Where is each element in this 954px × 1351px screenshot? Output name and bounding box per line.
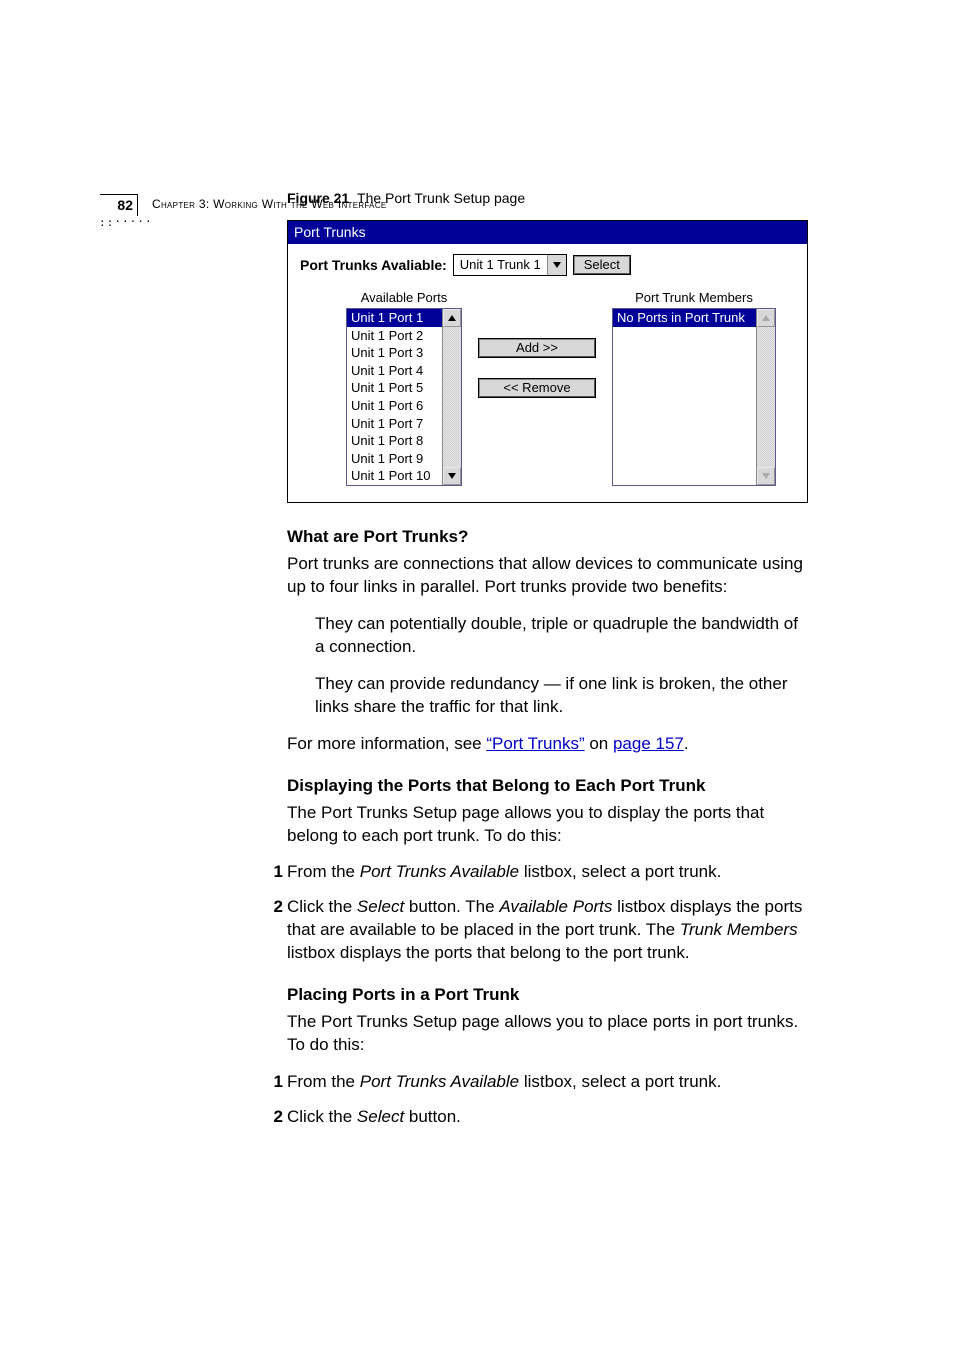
scrollbar[interactable] [442, 309, 461, 485]
chevron-down-icon[interactable] [547, 255, 566, 275]
paragraph: For more information, see “Port Trunks” … [287, 733, 807, 756]
paragraph: The Port Trunks Setup page allows you to… [287, 1011, 807, 1057]
list-item[interactable]: Unit 1 Port 8 [347, 432, 442, 450]
available-ports-label: Available Ports [346, 290, 462, 305]
list-item[interactable]: Unit 1 Port 4 [347, 362, 442, 380]
screenshot-port-trunk-setup: Port Trunks Port Trunks Avaliable: Unit … [287, 220, 808, 503]
list-item[interactable]: Unit 1 Port 3 [347, 344, 442, 362]
scrollbar[interactable] [756, 309, 775, 485]
link-port-trunks[interactable]: “Port Trunks” [486, 734, 584, 753]
members-listbox[interactable]: No Ports in Port Trunk [612, 308, 776, 486]
scroll-track[interactable] [757, 327, 775, 467]
list-item[interactable]: Unit 1 Port 9 [347, 450, 442, 468]
select-button[interactable]: Select [573, 255, 631, 275]
list-item[interactable]: Unit 1 Port 10 [347, 467, 442, 485]
section-heading: Displaying the Ports that Belong to Each… [287, 776, 807, 796]
available-ports-listbox[interactable]: Unit 1 Port 1 Unit 1 Port 2 Unit 1 Port … [346, 308, 462, 486]
paragraph: They can provide redundancy — if one lin… [315, 673, 807, 719]
numbered-step: 2 Click the Select button. [287, 1106, 807, 1129]
numbered-step: 1 From the Port Trunks Available listbox… [287, 1071, 807, 1094]
scroll-up-icon[interactable] [757, 309, 775, 327]
members-label: Port Trunk Members [612, 290, 776, 305]
scroll-up-icon[interactable] [443, 309, 461, 327]
chapter-label: Chapter 3: Working With the Web Interfac… [152, 197, 387, 211]
trunks-dropdown-value: Unit 1 Trunk 1 [454, 255, 547, 275]
page-header: 82 Chapter 3: Working With the Web Inter… [100, 194, 860, 228]
section-heading: Placing Ports in a Port Trunk [287, 985, 807, 1005]
section-heading: What are Port Trunks? [287, 527, 807, 547]
step-number: 1 [263, 861, 283, 884]
scroll-track[interactable] [443, 327, 461, 467]
step-number: 2 [263, 1106, 283, 1129]
step-number: 2 [263, 896, 283, 919]
list-item[interactable]: Unit 1 Port 1 [347, 309, 442, 327]
numbered-step: 2 Click the Select button. The Available… [287, 896, 807, 965]
available-label: Port Trunks Avaliable: [300, 257, 447, 273]
add-button[interactable]: Add >> [478, 338, 596, 358]
step-number: 1 [263, 1071, 283, 1094]
list-item[interactable]: Unit 1 Port 7 [347, 415, 442, 433]
list-item[interactable]: No Ports in Port Trunk [613, 309, 756, 327]
paragraph: They can potentially double, triple or q… [315, 613, 807, 659]
scroll-down-icon[interactable] [443, 467, 461, 485]
remove-button[interactable]: << Remove [478, 378, 596, 398]
list-item[interactable]: Unit 1 Port 2 [347, 327, 442, 345]
scroll-down-icon[interactable] [757, 467, 775, 485]
paragraph: Port trunks are connections that allow d… [287, 553, 807, 599]
link-page-157[interactable]: page 157 [613, 734, 684, 753]
trunks-dropdown[interactable]: Unit 1 Trunk 1 [453, 254, 567, 276]
decorative-dots: ········· [100, 218, 140, 226]
list-item[interactable]: Unit 1 Port 6 [347, 397, 442, 415]
list-item[interactable]: Unit 1 Port 5 [347, 379, 442, 397]
numbered-step: 1 From the Port Trunks Available listbox… [287, 861, 807, 884]
paragraph: The Port Trunks Setup page allows you to… [287, 802, 807, 848]
